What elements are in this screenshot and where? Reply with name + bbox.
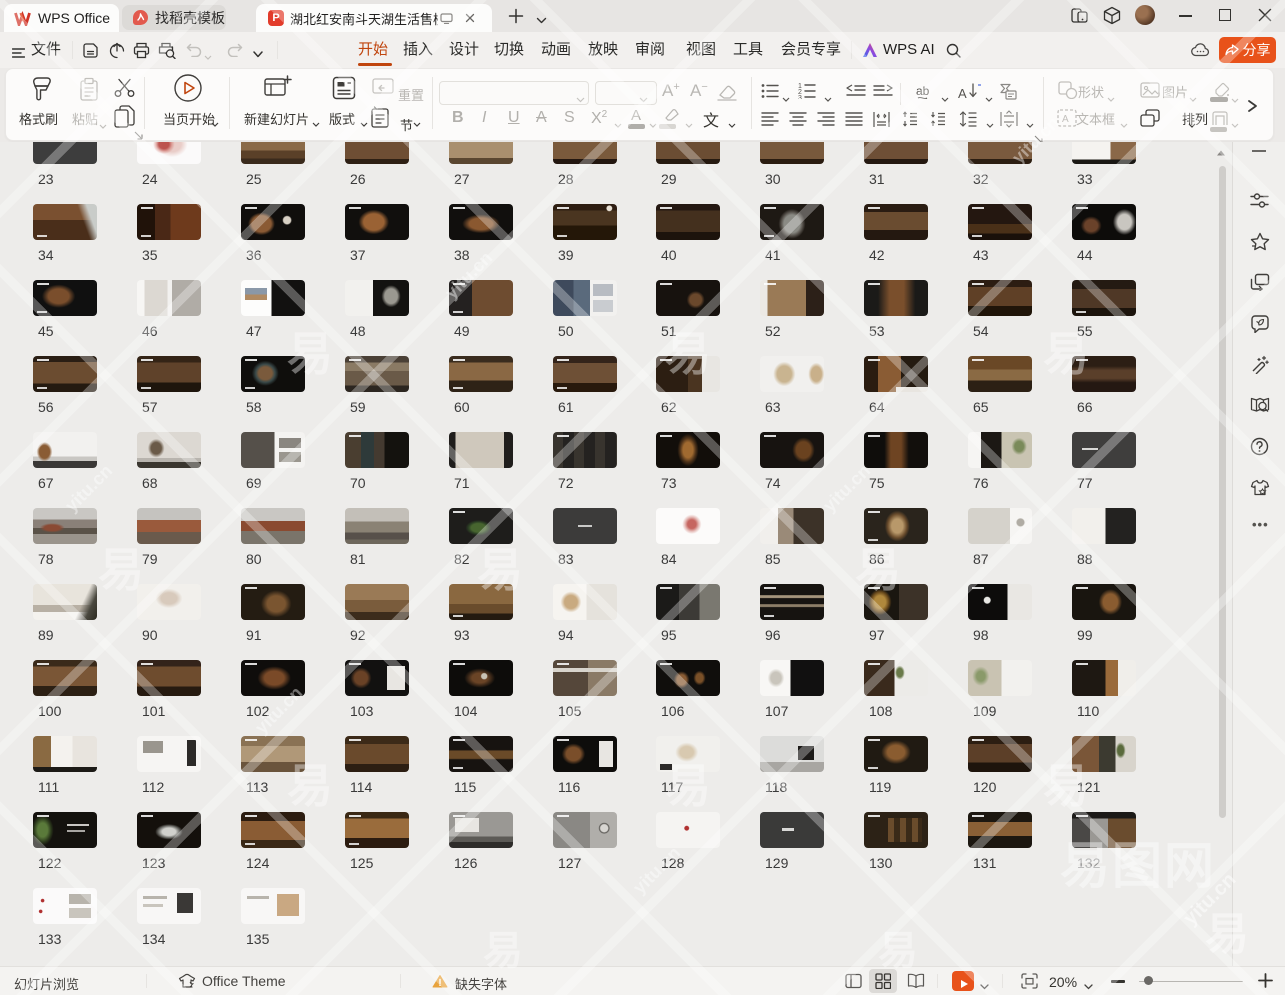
svg-text:3: 3 (798, 95, 802, 99)
svg-text:A: A (1062, 114, 1069, 125)
svg-text:ab: ab (916, 84, 930, 98)
svg-text:A: A (958, 86, 967, 100)
